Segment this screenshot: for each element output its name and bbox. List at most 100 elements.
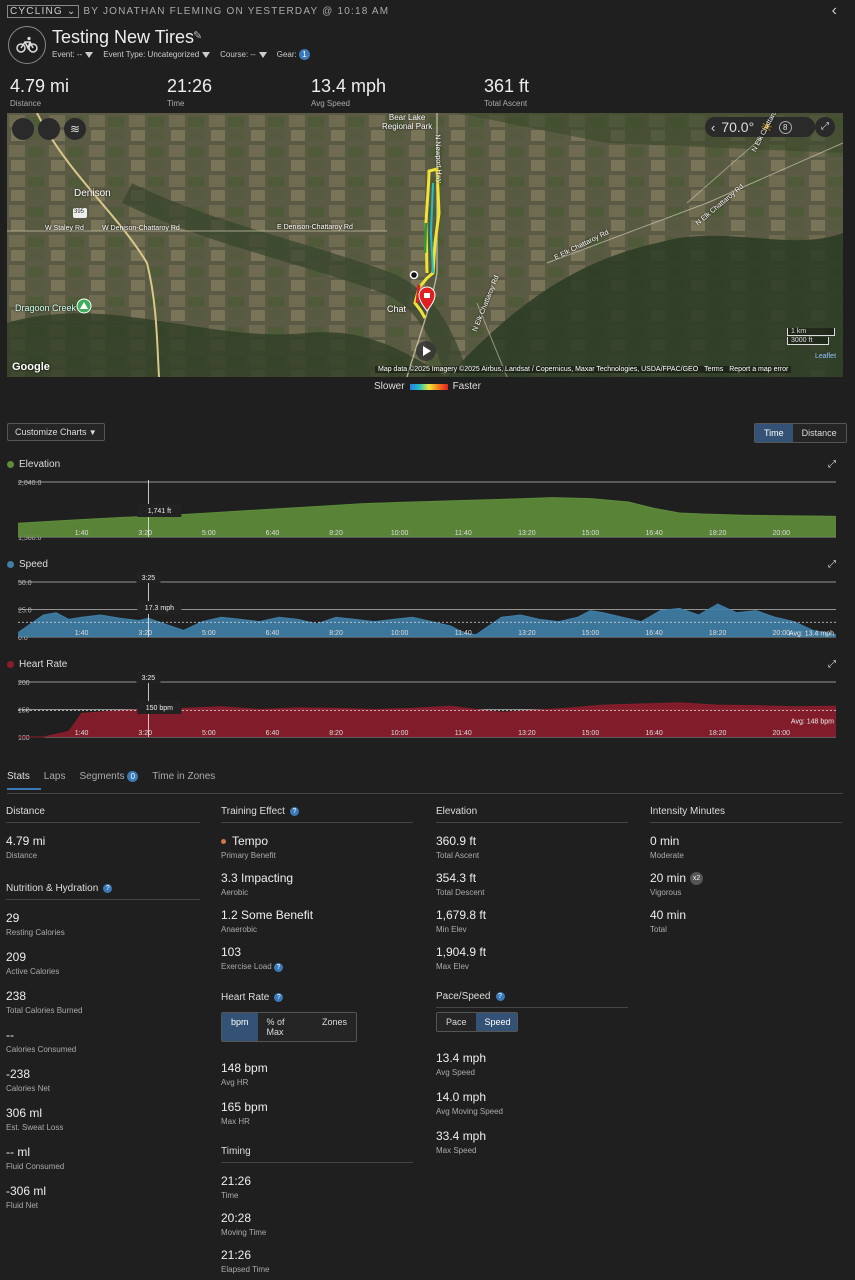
stat-label: Resting Calories bbox=[6, 928, 65, 937]
section-nutrition: Nutrition & Hydration? bbox=[6, 883, 200, 900]
chart-heart-rate[interactable]: Heart Rate ⤢ 200 150 100 Avg: 148 bpm 1:40 3:20… bbox=[0, 657, 855, 745]
stat-value: 40 min bbox=[650, 908, 687, 923]
map-attribution-bar: Map data ©2025 Imagery ©2025 Airbus, Lan… bbox=[375, 366, 792, 373]
stat-value: -306 ml bbox=[6, 1184, 47, 1198]
stat-value: 360.9 ft bbox=[436, 834, 477, 848]
help-icon[interactable]: ? bbox=[273, 963, 283, 972]
help-icon[interactable]: ? bbox=[495, 992, 505, 1001]
stats-column-4: Intensity Minutes 0 min Moderate 20 min x… bbox=[650, 806, 842, 934]
weather-prev-icon[interactable]: ‹ bbox=[711, 120, 715, 135]
hr-bpm-button[interactable]: bpm bbox=[222, 1013, 258, 1041]
gear-selector[interactable]: Gear: 1 bbox=[277, 49, 310, 60]
x-tick-label: 11:40 bbox=[455, 530, 472, 537]
x-tick-label: 10:00 bbox=[391, 630, 409, 637]
speed-button[interactable]: Speed bbox=[475, 1013, 517, 1031]
legend-faster: Faster bbox=[452, 381, 481, 392]
y-tick-label: 25.0 bbox=[18, 608, 32, 615]
activity-type-dropdown[interactable]: CYCLING ⌄ bbox=[7, 5, 80, 18]
x-tick-label: 20:00 bbox=[773, 730, 791, 737]
course-label: Course: -- bbox=[220, 50, 256, 59]
event-dropdown[interactable]: Event: -- bbox=[52, 50, 94, 59]
caret-icon bbox=[258, 51, 267, 58]
tab-stats[interactable]: Stats bbox=[7, 771, 30, 782]
stat-label: Fluid Net bbox=[6, 1201, 39, 1210]
help-icon[interactable]: ? bbox=[289, 807, 299, 816]
x-tick-label: 18:20 bbox=[709, 730, 727, 737]
event-type-label: Event Type: Uncategorized bbox=[103, 50, 200, 59]
x-tick-label: 8:20 bbox=[329, 530, 343, 537]
section-intensity-minutes: Intensity Minutes bbox=[650, 806, 842, 823]
section-timing: Timing bbox=[221, 1146, 413, 1163]
section-title: Nutrition & Hydration bbox=[6, 883, 99, 894]
stat-label: Calories Net bbox=[6, 1084, 51, 1093]
summary-label: Total Ascent bbox=[484, 99, 528, 108]
section-title: Training Effect bbox=[221, 806, 285, 817]
tempo-value: Tempo bbox=[232, 834, 269, 848]
x-tick-label: 6:40 bbox=[266, 730, 280, 737]
leaflet-link[interactable]: Leaflet bbox=[815, 353, 836, 360]
stats-column-3: Elevation 360.9 ft Total Ascent 354.3 ft… bbox=[436, 806, 628, 1155]
stats-tabs: Stats Laps Segments 0 Time in Zones bbox=[7, 771, 215, 782]
stat-value: -- bbox=[6, 1028, 14, 1042]
stat-value: 1.2 Some Benefit bbox=[221, 908, 314, 922]
x-tick-label: 3:20 bbox=[138, 730, 152, 737]
activity-byline: CYCLING ⌄ BY JONATHAN FLEMING ON YESTERD… bbox=[7, 5, 390, 18]
summary-value: 4.79 mi bbox=[10, 76, 70, 96]
hr-zones-button[interactable]: Zones bbox=[312, 1013, 356, 1041]
report-map-error-link[interactable]: Report a map error bbox=[729, 366, 788, 373]
byline-text: BY JONATHAN FLEMING ON YESTERDAY @ 10:18… bbox=[83, 6, 390, 17]
x-tick-label: 16:40 bbox=[645, 630, 663, 637]
stat-label: Avg Moving Speed bbox=[436, 1107, 504, 1116]
map-control-button[interactable] bbox=[12, 118, 34, 140]
section-heart-rate: Heart Rate? bbox=[221, 992, 413, 1003]
hr-percent-max-button[interactable]: % of Max bbox=[257, 1013, 313, 1041]
tab-segments[interactable]: Segments 0 bbox=[79, 771, 139, 782]
event-type-dropdown[interactable]: Event Type: Uncategorized bbox=[103, 50, 211, 59]
chart-speed[interactable]: Speed ⤢ 50.0 25.0 0.0 Avg: 13.4 mph 1:40 3:20 5:… bbox=[0, 557, 855, 645]
course-dropdown[interactable]: Course: -- bbox=[220, 50, 267, 59]
scale-ft: 3000 ft bbox=[787, 337, 829, 345]
help-icon[interactable]: ? bbox=[274, 993, 284, 1002]
chart-elevation[interactable]: Elevation ⤢ 2,040.0 1,560.0 1:40 3:20 5:00 6:40… bbox=[0, 457, 855, 545]
stat-label: Anaerobic bbox=[221, 925, 258, 934]
map-scale: 1 km 3000 ft bbox=[787, 328, 835, 345]
map-control-button[interactable] bbox=[38, 118, 60, 140]
fullscreen-icon[interactable]: ⤢ bbox=[815, 117, 835, 137]
stat-value: 165 bpm bbox=[221, 1100, 268, 1114]
chart-svg: 2,040.01,560.01:40 3:20 5:00 6:40 8:20 10:00 1… bbox=[17, 480, 837, 542]
x-tick-label: 6:40 bbox=[266, 530, 280, 537]
stat-label: Primary Benefit bbox=[221, 851, 276, 860]
chart-svg: 200 150 100 Avg: 148 bpm 1:40 3:20 5:00 6:40 8:2… bbox=[18, 672, 837, 742]
temperature-value: 70.0° bbox=[721, 119, 755, 135]
route-map[interactable]: ≋ ‹ 70.0° ☀ 8 ⤢ Denison Bear Lake Regiona… bbox=[7, 113, 843, 377]
gear-label: Gear: bbox=[276, 50, 297, 59]
x-tick-label: 15:00 bbox=[582, 530, 600, 537]
google-logo: Google bbox=[12, 361, 50, 373]
stat-value: 3.3 Impacting bbox=[221, 871, 294, 885]
stat-value: 306 ml bbox=[6, 1106, 43, 1120]
stat-value: 20 min x2 bbox=[650, 871, 842, 886]
map-label-bear-lake: Bear Lake bbox=[388, 113, 426, 122]
customize-charts-button[interactable]: Customize Charts ▼ bbox=[7, 423, 105, 441]
activity-meta: Event: -- Event Type: Uncategorized Cour… bbox=[52, 49, 310, 60]
back-chevron-icon[interactable]: ‹ bbox=[832, 2, 837, 20]
time-axis-button[interactable]: Time bbox=[755, 424, 793, 442]
tab-laps[interactable]: Laps bbox=[44, 771, 66, 782]
stat-value: 1,904.9 ft bbox=[436, 945, 487, 959]
terms-link[interactable]: Terms bbox=[704, 366, 723, 373]
pace-button[interactable]: Pace bbox=[437, 1013, 476, 1031]
section-distance: Distance bbox=[6, 806, 200, 823]
legend-slower: Slower bbox=[374, 381, 405, 392]
distance-axis-button[interactable]: Distance bbox=[792, 424, 846, 442]
stat-label: Min Elev bbox=[436, 925, 467, 934]
axis-toggle: Time Distance bbox=[754, 423, 847, 443]
stat-value: 21:26 bbox=[221, 1248, 252, 1262]
tab-time-in-zones[interactable]: Time in Zones bbox=[152, 771, 215, 782]
summary-avg-speed: 13.4 mph Avg Speed bbox=[311, 76, 386, 108]
stat-label: Elapsed Time bbox=[221, 1265, 270, 1274]
map-layers-icon[interactable]: ≋ bbox=[64, 118, 86, 140]
x-tick-label: 8:20 bbox=[329, 630, 343, 637]
edit-pencil-icon[interactable]: ✎ bbox=[193, 29, 202, 42]
help-icon[interactable]: ? bbox=[103, 884, 113, 893]
legend-gradient bbox=[409, 383, 448, 390]
